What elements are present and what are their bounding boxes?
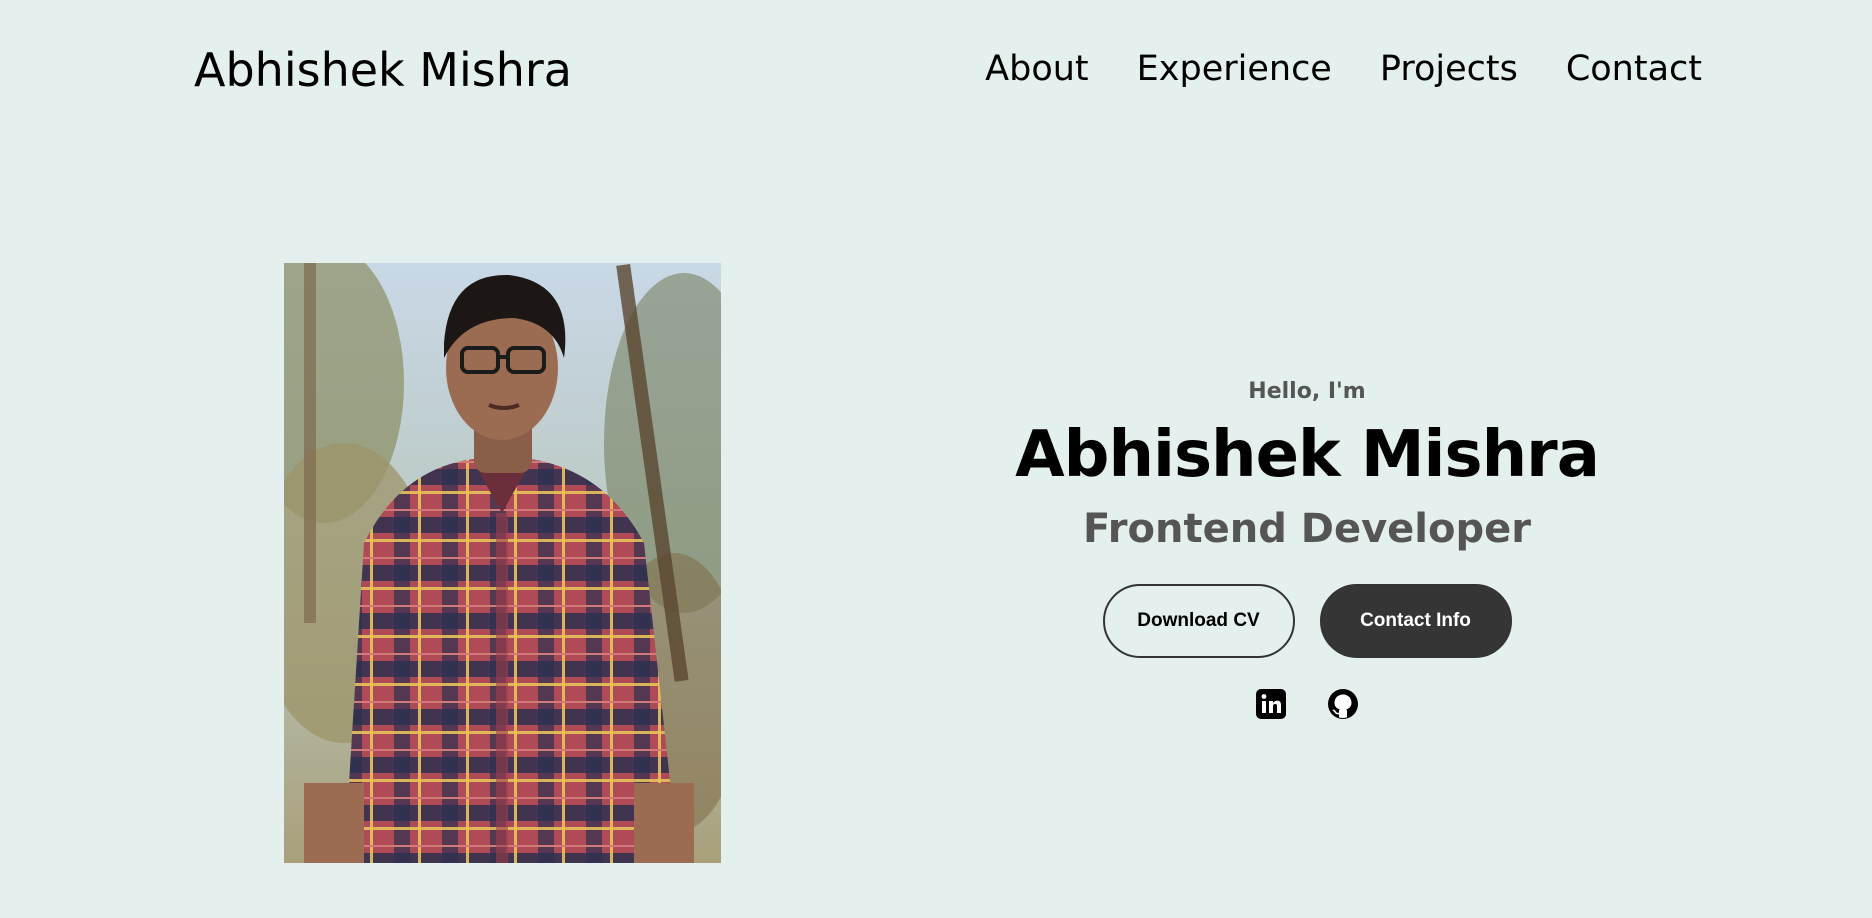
download-cv-button[interactable]: Download CV	[1102, 584, 1295, 658]
site-brand[interactable]: Abhishek Mishra	[194, 38, 572, 102]
linkedin-icon[interactable]	[1255, 688, 1287, 720]
hero-buttons: Download CV Contact Info	[940, 584, 1674, 658]
nav-about[interactable]: About	[985, 46, 1088, 92]
nav-contact[interactable]: Contact	[1566, 46, 1702, 92]
hero-greeting: Hello, I'm	[1248, 379, 1366, 404]
nav-projects[interactable]: Projects	[1380, 46, 1518, 92]
hero-name: Abhishek Mishra	[1015, 418, 1600, 492]
nav-experience[interactable]: Experience	[1137, 46, 1332, 92]
profile-photo-illustration	[284, 263, 721, 863]
contact-info-button[interactable]: Contact Info	[1319, 584, 1512, 658]
hero-role: Frontend Developer	[1083, 506, 1531, 552]
github-icon[interactable]	[1327, 688, 1359, 720]
social-links	[940, 688, 1674, 720]
hero-section: Hello, I'm Abhishek Mishra Frontend Deve…	[940, 372, 1674, 720]
main-nav: About Experience Projects Contact	[985, 46, 1702, 92]
profile-photo	[284, 263, 721, 863]
